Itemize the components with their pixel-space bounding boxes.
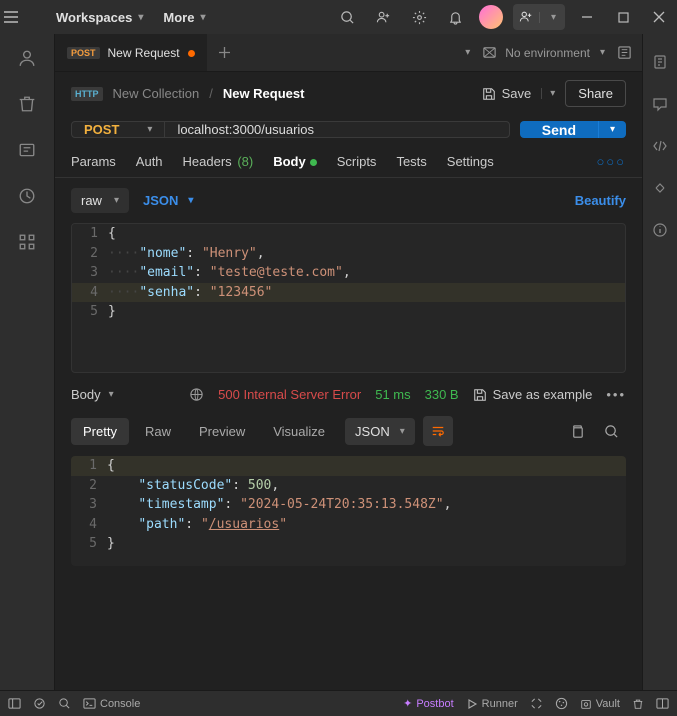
request-body-editor[interactable]: 1{ 2····"nome": "Henry", 3····"email": "…: [71, 223, 626, 373]
tab-auth[interactable]: Auth: [136, 154, 163, 169]
sync-icon[interactable]: [33, 697, 46, 710]
workspaces-menu[interactable]: Workspaces▾: [50, 6, 149, 29]
share-button[interactable]: Share: [565, 80, 626, 107]
tab-title: New Request: [108, 46, 180, 60]
beautify-button[interactable]: Beautify: [575, 193, 626, 208]
status-bar: Console ✦ Postbot Runner Vault: [0, 690, 677, 716]
tab-settings[interactable]: Settings: [447, 154, 494, 169]
runner-button[interactable]: Runner: [466, 698, 518, 710]
status-badge: 500 Internal Server Error: [218, 387, 361, 402]
vault-button[interactable]: Vault: [580, 698, 620, 710]
wrap-lines-icon[interactable]: [423, 416, 453, 446]
collections-icon[interactable]: [13, 136, 41, 164]
comments-icon[interactable]: [648, 92, 672, 116]
left-sidebar: [0, 34, 55, 690]
invite-people-icon[interactable]: [369, 3, 397, 31]
environment-selector[interactable]: No environment ▾: [482, 45, 605, 60]
http-badge: HTTP: [71, 87, 103, 101]
method-selector[interactable]: POST ▾: [72, 122, 165, 137]
send-dropdown[interactable]: ▾: [598, 121, 626, 138]
main-content: POST New Request ▾ No environment ▾: [55, 34, 642, 690]
cookies-icon[interactable]: [555, 697, 568, 710]
collection-link[interactable]: New Collection: [113, 86, 200, 101]
request-tabs: Params Auth Headers (8) Body Scripts Tes…: [55, 144, 642, 178]
user-icon[interactable]: [13, 44, 41, 72]
save-as-example-button[interactable]: Save as example: [473, 387, 593, 402]
search-response-icon[interactable]: [596, 416, 626, 446]
tab-headers[interactable]: Headers (8): [183, 154, 254, 169]
search-icon[interactable]: [333, 3, 361, 31]
resp-tab-preview[interactable]: Preview: [187, 418, 257, 445]
capture-icon[interactable]: [530, 697, 543, 710]
hamburger-menu[interactable]: [4, 11, 42, 23]
avatar[interactable]: [477, 3, 505, 31]
unsaved-dot: [188, 50, 195, 57]
current-request-name[interactable]: New Request: [223, 86, 305, 101]
console-button[interactable]: Console: [83, 697, 140, 710]
tab-tests[interactable]: Tests: [396, 154, 426, 169]
related-icon[interactable]: [648, 176, 672, 200]
docs-icon[interactable]: [648, 50, 672, 74]
info-icon[interactable]: [648, 218, 672, 242]
tab-bar: POST New Request ▾ No environment ▾: [55, 34, 642, 72]
breadcrumb: HTTP New Collection / New Request Save ▾…: [55, 72, 642, 115]
more-options-icon[interactable]: ○○○: [596, 154, 626, 169]
resp-tab-raw[interactable]: Raw: [133, 418, 183, 445]
tab-scripts[interactable]: Scripts: [337, 154, 377, 169]
postbot-button[interactable]: ✦ Postbot: [403, 697, 454, 710]
minimize-button[interactable]: [573, 3, 601, 31]
find-icon[interactable]: [58, 697, 71, 710]
network-icon[interactable]: [189, 387, 204, 402]
response-time: 51 ms: [375, 387, 410, 402]
right-sidebar: [642, 34, 677, 690]
notifications-icon[interactable]: [441, 3, 469, 31]
body-controls: raw▾ JSON▾ Beautify: [55, 178, 642, 223]
titlebar: Workspaces▾ More▾ ▾: [0, 0, 677, 34]
tab-list-dropdown[interactable]: ▾: [465, 47, 470, 58]
grid-icon[interactable]: [13, 228, 41, 256]
copy-response-icon[interactable]: [562, 416, 592, 446]
method-badge: POST: [67, 47, 100, 59]
tab-body[interactable]: Body: [273, 154, 317, 169]
resp-tab-pretty[interactable]: Pretty: [71, 418, 129, 445]
response-view-tabs: Pretty Raw Preview Visualize JSON▾: [55, 410, 642, 452]
tab-params[interactable]: Params: [71, 154, 116, 169]
history-icon[interactable]: [13, 182, 41, 210]
sidebar-toggle-icon[interactable]: [8, 697, 21, 710]
maximize-button[interactable]: [609, 3, 637, 31]
team-dropdown[interactable]: ▾: [513, 4, 565, 30]
body-format-selector[interactable]: JSON▾: [143, 193, 193, 208]
response-body-tab[interactable]: Body▾: [71, 387, 114, 402]
environment-quick-look-icon[interactable]: [617, 45, 632, 60]
save-dropdown[interactable]: ▾: [541, 88, 555, 99]
new-tab-button[interactable]: [207, 34, 243, 71]
response-header: Body▾ 500 Internal Server Error 51 ms 33…: [55, 373, 642, 410]
save-button[interactable]: Save ▾: [482, 86, 556, 101]
response-body-editor[interactable]: 1{ 2 "statusCode": 500, 3 "timestamp": "…: [71, 456, 626, 566]
two-pane-icon[interactable]: [656, 697, 669, 710]
code-icon[interactable]: [648, 134, 672, 158]
close-button[interactable]: [645, 3, 673, 31]
settings-icon[interactable]: [405, 3, 433, 31]
response-more-icon[interactable]: •••: [606, 387, 626, 402]
request-bar: POST ▾ localhost:3000/usuarios Send ▾: [55, 115, 642, 144]
url-input[interactable]: localhost:3000/usuarios: [165, 122, 508, 137]
send-button[interactable]: Send: [520, 121, 598, 138]
more-menu[interactable]: More▾: [157, 6, 211, 29]
trash-statusbar-icon[interactable]: [632, 698, 644, 710]
resp-tab-visualize[interactable]: Visualize: [261, 418, 337, 445]
resp-format-selector[interactable]: JSON▾: [345, 418, 415, 445]
body-type-selector[interactable]: raw▾: [71, 188, 129, 213]
response-size: 330 B: [425, 387, 459, 402]
trash-icon[interactable]: [13, 90, 41, 118]
request-tab[interactable]: POST New Request: [55, 34, 207, 71]
